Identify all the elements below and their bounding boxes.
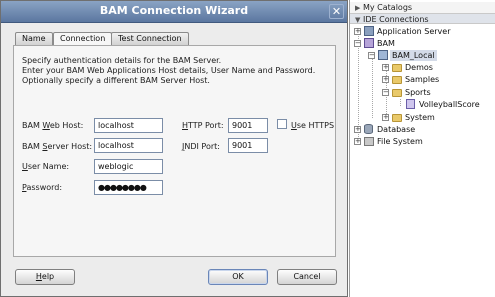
use-https-label[interactable]: Use HTTPS: [291, 121, 334, 130]
use-https-checkbox[interactable]: [277, 119, 287, 129]
expand-plus-icon[interactable]: +: [354, 138, 361, 145]
expand-plus-icon[interactable]: +: [354, 126, 361, 133]
intro-text: Specify authentication details for the B…: [22, 56, 322, 86]
server-host-input[interactable]: localhost: [94, 138, 163, 153]
password-input[interactable]: ●●●●●●●●: [94, 180, 163, 195]
intro-line: Specify authentication details for the B…: [22, 56, 222, 65]
http-port-input[interactable]: 9001: [228, 118, 268, 133]
tab-test-connection[interactable]: Test Connection: [111, 32, 189, 46]
expanded-arrow-icon: ▼: [355, 16, 361, 24]
expand-plus-icon[interactable]: +: [382, 64, 389, 71]
expand-plus-icon[interactable]: +: [354, 28, 361, 35]
resource-palette: ▶ My Catalogs ▼ IDE Connections + Applicat…: [349, 0, 495, 297]
my-catalogs-header[interactable]: ▶ My Catalogs: [350, 2, 495, 13]
tree-guide-line: [400, 99, 401, 106]
bam-icon: [364, 38, 374, 48]
dialog-titlebar[interactable]: BAM Connection Wizard ✕: [1, 1, 347, 23]
http-port-label: HTTP Port:: [182, 121, 224, 130]
folder-icon: [392, 87, 402, 97]
help-button[interactable]: Help: [15, 269, 75, 285]
folder-icon: [392, 112, 402, 122]
report-icon: [406, 99, 416, 109]
bam-connection-wizard-dialog: BAM Connection Wizard ✕ Name Connection …: [0, 0, 348, 297]
tab-name[interactable]: Name: [15, 32, 53, 46]
server-host-label: BAM Server Host:: [22, 142, 93, 151]
jndi-port-input[interactable]: 9001: [228, 138, 268, 153]
web-host-label: BAM Web Host:: [22, 121, 84, 130]
expand-plus-icon[interactable]: +: [382, 76, 389, 83]
database-icon: [364, 124, 374, 134]
intro-line: Optionally specify a different BAM Serve…: [22, 76, 210, 85]
close-button[interactable]: ✕: [329, 4, 344, 19]
dialog-title: BAM Connection Wizard: [99, 4, 249, 17]
file-system-icon: [364, 136, 374, 146]
jndi-port-label: JNDI Port:: [182, 142, 220, 151]
web-host-input[interactable]: localhost: [94, 118, 163, 133]
folder-icon: [392, 74, 402, 84]
ok-button[interactable]: OK: [208, 269, 268, 285]
collapse-minus-icon[interactable]: −: [382, 89, 389, 96]
server-icon: [364, 26, 374, 36]
expand-plus-icon[interactable]: +: [382, 114, 389, 121]
password-label: Password:: [22, 183, 63, 192]
folder-icon: [392, 62, 402, 72]
user-name-label: User Name:: [22, 162, 70, 171]
tree-guide-line: [372, 53, 373, 118]
user-name-input[interactable]: weblogic: [94, 159, 163, 174]
collapse-minus-icon[interactable]: −: [354, 40, 361, 47]
bam-connection-icon: [378, 50, 388, 60]
intro-line: Enter your BAM Web Applications Host det…: [22, 66, 316, 75]
ide-connections-header[interactable]: ▼ IDE Connections: [350, 13, 495, 24]
cancel-button[interactable]: Cancel: [277, 269, 337, 285]
collapse-minus-icon[interactable]: −: [368, 52, 375, 59]
